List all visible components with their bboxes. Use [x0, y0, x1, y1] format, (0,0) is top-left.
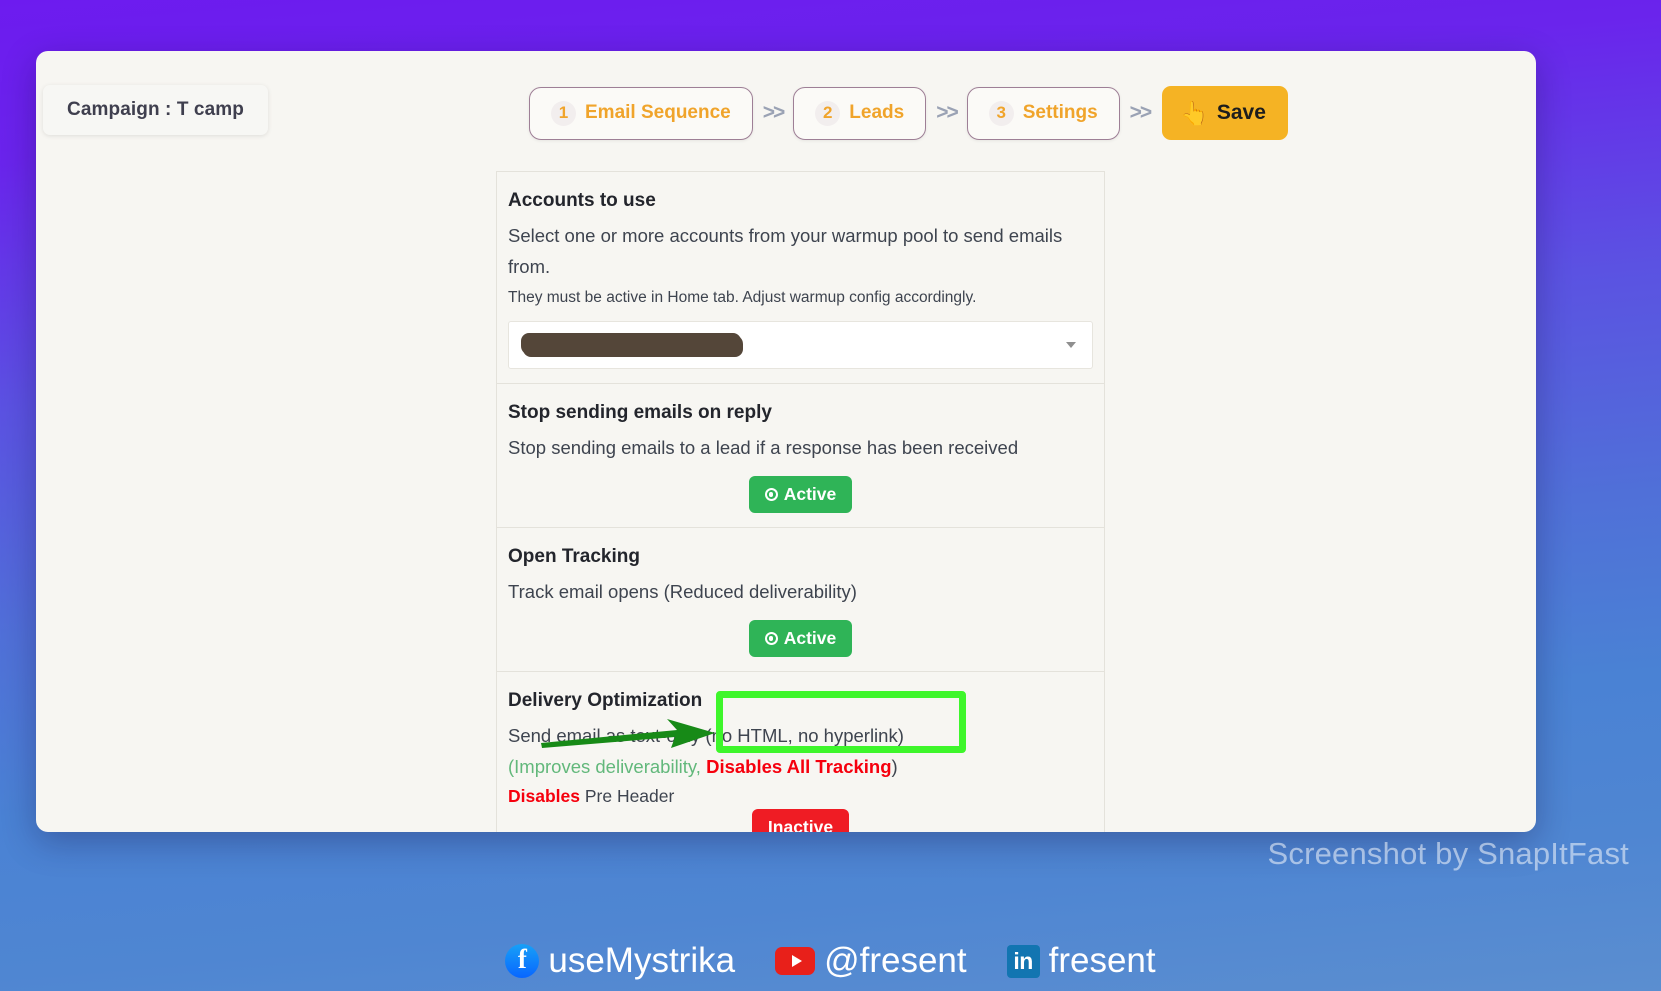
disables-all-tracking-text: Disables All Tracking [706, 755, 892, 777]
stop-on-reply-toggle-label: Active [783, 484, 837, 505]
social-link-linkedin[interactable]: in fresent [1006, 941, 1156, 981]
stop-on-reply-toggle[interactable]: Active [748, 476, 853, 514]
stop-on-reply-title: Stop sending emails on reply [508, 402, 772, 424]
step-number-1: 1 [551, 100, 576, 126]
delivery-optimization-toggle[interactable]: Inactive [751, 809, 850, 832]
card-delivery-optimization: Delivery Optimization Send email as text… [496, 671, 1105, 832]
step-label-leads: Leads [849, 102, 905, 123]
save-button[interactable]: 👆 Save [1162, 86, 1288, 140]
settings-column: Accounts to use Select one or more accou… [496, 171, 1105, 832]
accounts-note: They must be active in Home tab. Adjust … [508, 289, 977, 307]
app-header: Campaign : T camp 1 Email Sequence >> 2 … [36, 51, 1536, 169]
campaign-title-text: Campaign : T camp [67, 99, 244, 120]
accounts-select-input[interactable] [508, 321, 1093, 370]
social-links-bar: f useMystrika @fresent in fresent [0, 941, 1661, 981]
disables-word: Disables [508, 786, 580, 807]
step-button-email-sequence[interactable]: 1 Email Sequence [529, 86, 753, 140]
step-label-settings: Settings [1022, 102, 1098, 123]
delivery-optimization-description: Send email as text-only (no HTML, no hyp… [508, 724, 904, 746]
social-link-facebook[interactable]: f useMystrika [505, 941, 735, 981]
youtube-handle: @fresent [824, 941, 967, 980]
step-number-3: 3 [988, 100, 1014, 126]
step-number-2: 2 [815, 100, 841, 126]
radio-filled-icon [764, 631, 778, 645]
open-tracking-toggle-label: Active [783, 627, 837, 648]
step-button-leads[interactable]: 2 Leads [793, 86, 927, 140]
step-separator-3: >> [1129, 101, 1152, 124]
accounts-title: Accounts to use [508, 190, 656, 211]
delivery-optimization-preheader-line: Disables Pre Header [508, 782, 1093, 811]
delivery-optimization-title: Delivery Optimization [508, 689, 703, 711]
preheader-word: Pre Header [579, 786, 675, 807]
open-tracking-description: Track email opens (Reduced deliverabilit… [508, 581, 857, 603]
step-separator-1: >> [762, 101, 785, 124]
delivery-optimization-toggle-label: Inactive [767, 817, 834, 832]
paren-close: ) [891, 755, 898, 777]
facebook-icon: f [505, 944, 540, 978]
card-stop-sending-on-reply: Stop sending emails on reply Stop sendin… [496, 384, 1105, 529]
card-accounts-to-use: Accounts to use Select one or more accou… [496, 171, 1105, 385]
delivery-optimization-effects: (Improves deliverability, Disables All T… [508, 752, 1093, 783]
radio-filled-icon [764, 488, 778, 502]
save-button-label: Save [1216, 101, 1266, 124]
stop-on-reply-toggle-row: Active [508, 476, 1093, 514]
watermark-text: Screenshot by SnapItFast [1267, 836, 1629, 871]
card-open-tracking: Open Tracking Track email opens (Reduced… [496, 528, 1105, 672]
clicking-hand-icon: 👆 [1180, 99, 1209, 126]
accounts-description: Select one or more accounts from your wa… [508, 225, 1063, 277]
open-tracking-toggle[interactable]: Active [748, 619, 853, 657]
linkedin-icon: in [1006, 944, 1040, 978]
step-button-settings[interactable]: 3 Settings [966, 86, 1120, 140]
facebook-handle: useMystrika [548, 941, 736, 980]
campaign-title-chip: Campaign : T camp [43, 85, 268, 135]
youtube-icon [775, 947, 816, 975]
social-link-youtube[interactable]: @fresent [775, 941, 967, 981]
open-tracking-toggle-row: Active [508, 619, 1093, 657]
delivery-optimization-toggle-row: Inactive [508, 809, 1093, 832]
step-separator-2: >> [936, 101, 958, 124]
open-tracking-title: Open Tracking [508, 546, 640, 568]
app-window: Campaign : T camp 1 Email Sequence >> 2 … [36, 51, 1536, 832]
chevron-down-icon[interactable] [1066, 342, 1076, 349]
redacted-account-value [521, 335, 743, 356]
improves-deliverability-text: Improves deliverability, [514, 755, 701, 777]
stop-on-reply-description: Stop sending emails to a lead if a respo… [508, 437, 1019, 459]
step-label-email-sequence: Email Sequence [585, 102, 731, 123]
stepper-nav: 1 Email Sequence >> 2 Leads >> 3 Setting… [529, 86, 1288, 140]
linkedin-handle: fresent [1048, 941, 1156, 980]
